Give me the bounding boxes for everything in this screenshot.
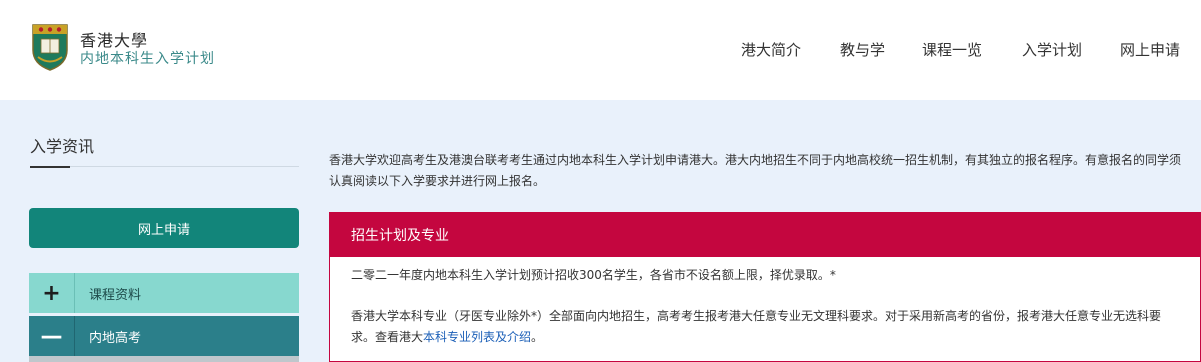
panel-body: 二零二一年度内地本科生入学计划预计招收300名学生，各省市不设名额上限，择优录取…	[330, 257, 1200, 348]
hku-crest-logo[interactable]	[30, 22, 70, 72]
site-header: 香港大學 内地本科生入学计划 港大简介 教与学 课程一览 入学计划 网上申请	[0, 0, 1201, 100]
plus-icon: +	[29, 273, 75, 313]
programmes-text-end: 。	[531, 330, 544, 344]
programmes-paragraph: 香港大学本科专业（牙医专业除外*）全部面向内地招生，高考考生报考港大任意专业无文…	[351, 306, 1180, 348]
apply-online-button[interactable]: 网上申请	[29, 208, 299, 248]
quota-paragraph: 二零二一年度内地本科生入学计划预计招收300名学生，各省市不设名额上限，择优录取…	[351, 268, 836, 282]
sidebar-title-underline	[30, 166, 70, 168]
minus-icon: —	[29, 316, 75, 356]
sidebar-divider	[30, 166, 299, 167]
nav-teaching-learning[interactable]: 教与学	[840, 39, 885, 60]
brand-subtitle[interactable]: 内地本科生入学计划	[80, 48, 215, 68]
panel-title: 招生计划及专业	[330, 213, 1200, 257]
nav-admission-plan[interactable]: 入学计划	[1022, 39, 1082, 60]
sidebar-item-label: 内地高考	[89, 330, 142, 346]
intro-paragraph: 香港大学欢迎高考生及港澳台联考考生通过内地本科生入学计划申请港大。港大内地招生不…	[329, 153, 1182, 188]
sidebar-subitem[interactable]	[29, 356, 299, 362]
sidebar-item-course-info[interactable]: + 课程资料	[29, 273, 299, 313]
admission-plan-panel: 招生计划及专业 二零二一年度内地本科生入学计划预计招收300名学生，各省市不设名…	[329, 212, 1201, 362]
sidebar-item-gaokao[interactable]: — 内地高考	[29, 316, 299, 356]
nav-apply-online[interactable]: 网上申请	[1120, 39, 1180, 60]
nav-about-hku[interactable]: 港大简介	[741, 39, 801, 60]
nav-programmes[interactable]: 课程一览	[922, 39, 982, 60]
sidebar-item-label: 课程资料	[89, 287, 142, 303]
programme-list-link[interactable]: 本科专业列表及介绍	[423, 330, 531, 344]
sidebar-title: 入学资讯	[30, 137, 95, 156]
